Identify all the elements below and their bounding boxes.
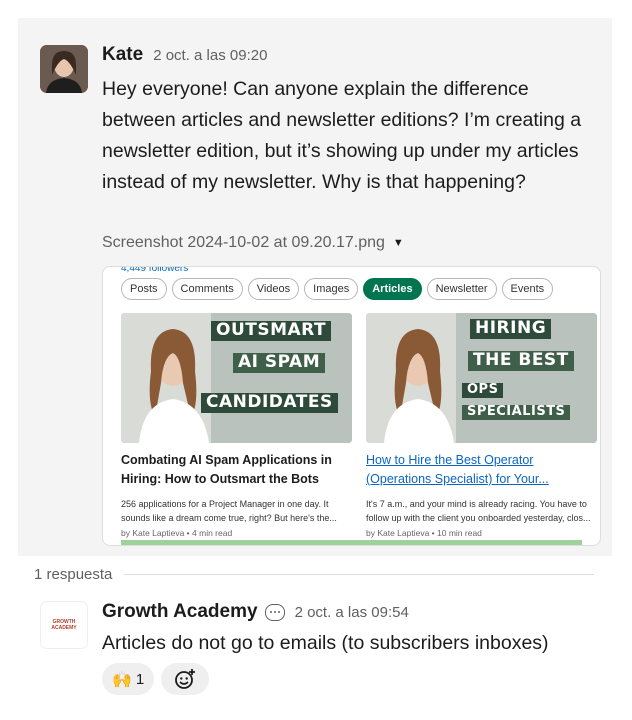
- attachment-toggle[interactable]: Screenshot 2024-10-02 at 09.20.17.png ▼: [102, 234, 404, 252]
- reply-header: Growth Academy 2 oct. a las 09:54: [102, 601, 409, 623]
- banner-line: SPECIALISTS: [462, 404, 571, 420]
- banner-line: THE BEST: [468, 350, 574, 371]
- article-card: HIRING THE BEST OPS SPECIALISTS How to H…: [366, 313, 597, 538]
- banner-line: OPS: [462, 382, 504, 398]
- reply-text: Articles do not go to emails (to subscri…: [102, 632, 549, 654]
- article-description: 256 applications for a Project Manager i…: [121, 499, 337, 523]
- message-timestamp[interactable]: 2 oct. a las 09:20: [153, 47, 267, 64]
- reply-timestamp[interactable]: 2 oct. a las 09:54: [295, 604, 409, 621]
- article-card: OUTSMART AI SPAM CANDIDATES Combating AI…: [121, 313, 352, 538]
- tab-newsletter: Newsletter: [426, 278, 497, 300]
- reaction-bar: 🙌 1: [102, 663, 210, 695]
- scrollbar-strip: [121, 540, 582, 545]
- divider-line: [124, 574, 594, 575]
- banner-line: AI SPAM: [233, 352, 326, 373]
- tab-images: Images: [304, 278, 359, 300]
- message-header: Kate 2 oct. a las 09:20: [102, 44, 267, 66]
- add-emoji-icon: [175, 669, 196, 689]
- followers-count: 4,449 followers: [121, 266, 189, 274]
- reaction-count: 1: [135, 670, 145, 688]
- speech-bubble-icon: [264, 603, 285, 621]
- message-text: Hey everyone! Can anyone explain the dif…: [102, 78, 582, 193]
- reaction-raised-hands[interactable]: 🙌 1: [102, 663, 155, 695]
- tab-videos: Videos: [247, 278, 300, 300]
- article-title: How to Hire the Best Operator (Operation…: [366, 453, 549, 486]
- profile-tabs: Posts Comments Videos Images Articles Ne…: [121, 278, 554, 300]
- tab-comments: Comments: [171, 278, 243, 300]
- avatar[interactable]: [40, 45, 88, 93]
- article-title: Combating AI Spam Applications in Hiring…: [121, 453, 332, 486]
- tab-posts: Posts: [121, 278, 167, 300]
- banner-line: OUTSMART: [211, 320, 332, 341]
- article-description: It's 7 a.m., and your mind is already ra…: [366, 499, 591, 523]
- add-reaction-button[interactable]: [161, 663, 210, 695]
- raised-hands-icon: 🙌: [112, 669, 132, 689]
- replies-divider: 1 respuesta: [34, 566, 594, 583]
- attachment-image[interactable]: 4,449 followers Posts Comments Videos Im…: [102, 266, 601, 546]
- banner-line: HIRING: [470, 318, 552, 339]
- message-author[interactable]: Kate: [102, 44, 143, 66]
- banner-line: CANDIDATES: [201, 392, 338, 413]
- article-thumbnail: HIRING THE BEST OPS SPECIALISTS: [366, 313, 597, 443]
- growth-academy-logo: GROWTH ACADEMY: [51, 619, 77, 631]
- article-meta: by Kate Laptieva • 4 min read: [121, 528, 233, 538]
- reply-author[interactable]: Growth Academy: [102, 601, 258, 623]
- tab-articles: Articles: [363, 278, 422, 300]
- attachment-filename[interactable]: Screenshot 2024-10-02 at 09.20.17.png: [102, 234, 385, 252]
- avatar[interactable]: GROWTH ACADEMY: [40, 601, 88, 649]
- tab-events: Events: [501, 278, 554, 300]
- article-thumbnail: OUTSMART AI SPAM CANDIDATES: [121, 313, 352, 443]
- caret-down-icon[interactable]: ▼: [393, 237, 404, 249]
- article-meta: by Kate Laptieva • 10 min read: [366, 528, 482, 538]
- parent-message: Kate 2 oct. a las 09:20 Hey everyone! Ca…: [18, 18, 612, 556]
- avatar-photo: [40, 45, 88, 93]
- replies-count: 1 respuesta: [34, 566, 113, 583]
